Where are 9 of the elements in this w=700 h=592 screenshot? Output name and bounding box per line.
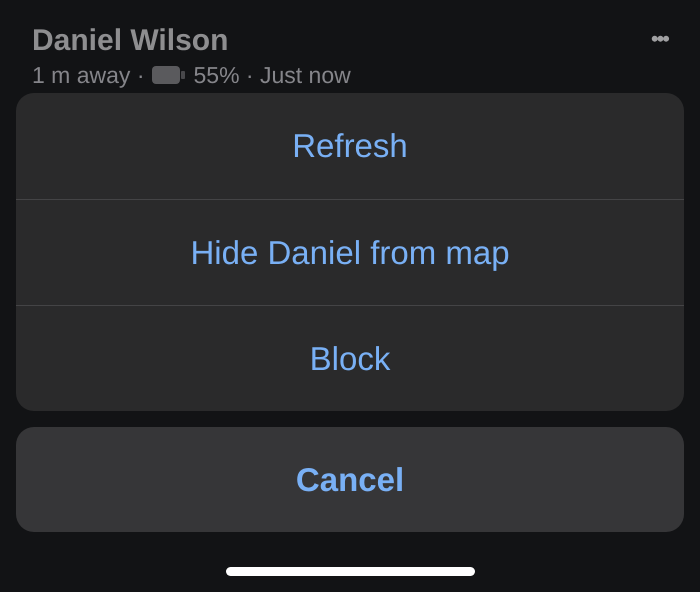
- battery-icon: [152, 66, 186, 84]
- action-button[interactable]: Hide Daniel from map: [16, 199, 684, 305]
- more-button[interactable]: •••: [650, 28, 668, 50]
- distance-text: 1 m away ·: [32, 62, 144, 88]
- battery-status-text: 55% · Just now: [193, 62, 351, 88]
- action-button[interactable]: Refresh: [16, 93, 684, 199]
- contact-name: Daniel Wilson: [32, 24, 230, 58]
- cancel-button[interactable]: Cancel: [16, 427, 684, 532]
- action-button[interactable]: Block: [16, 305, 684, 411]
